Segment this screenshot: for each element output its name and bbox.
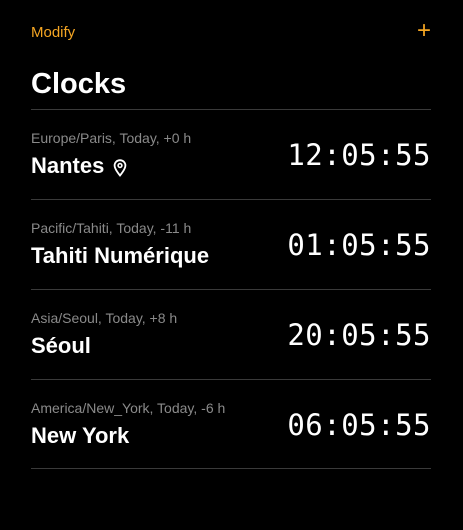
clock-time: 20:05:55 <box>287 318 431 352</box>
timezone-info: Pacific/Tahiti, Today, -11 h <box>31 220 192 236</box>
city-name: Tahiti Numérique <box>31 243 210 268</box>
clock-list: Europe/Paris, Today, +0 h Nantes 12:05:5… <box>31 109 431 469</box>
clock-row-tahiti[interactable]: Pacific/Tahiti, Today, -11 h Tahiti Numé… <box>31 199 431 289</box>
city-name: Séoul <box>31 333 91 358</box>
top-bar: Modify + <box>31 19 431 46</box>
timezone-info: Asia/Seoul, Today, +8 h <box>31 310 178 326</box>
modify-button[interactable]: Modify <box>31 24 75 41</box>
clock-time: 12:05:55 <box>287 138 431 172</box>
timezone-info: Europe/Paris, Today, +0 h <box>31 130 192 146</box>
city-name: New York <box>31 423 130 448</box>
clock-row-nantes[interactable]: Europe/Paris, Today, +0 h Nantes 12:05:5… <box>31 109 431 199</box>
city-name-container: Tahiti Numérique <box>31 243 209 269</box>
timezone-info: America/New_York, Today, -6 h <box>31 400 226 416</box>
city-name-container: Séoul <box>31 333 91 359</box>
clock-row-seoul[interactable]: Asia/Seoul, Today, +8 h Séoul 20:05:55 <box>31 289 431 379</box>
city-name-container: Nantes <box>31 153 127 179</box>
clock-time: 01:05:55 <box>287 228 431 262</box>
clock-time: 06:05:55 <box>287 408 431 442</box>
page-title: Clocks <box>31 68 127 100</box>
clock-row-new-york[interactable]: America/New_York, Today, -6 h New York 0… <box>31 379 431 469</box>
city-name-container: New York <box>31 423 129 449</box>
add-clock-button[interactable]: + <box>417 19 431 43</box>
city-name: Nantes <box>31 153 105 178</box>
location-pin-icon <box>113 157 127 177</box>
